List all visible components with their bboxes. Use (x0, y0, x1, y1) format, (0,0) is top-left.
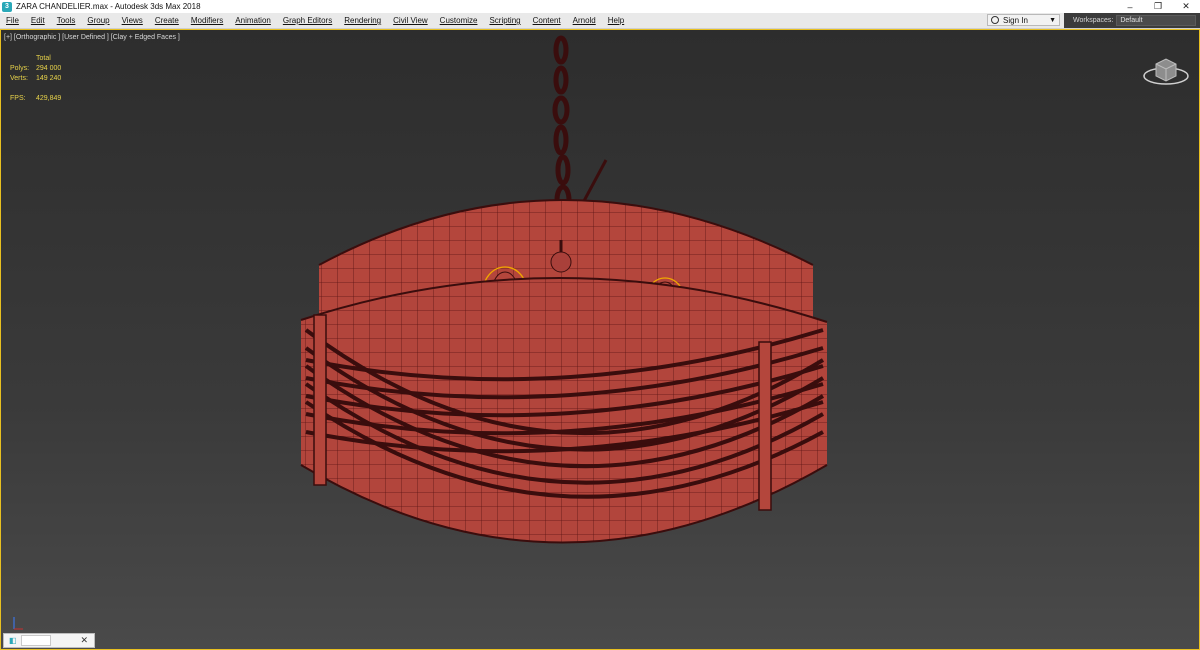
close-icon[interactable]: ✕ (80, 635, 88, 646)
3dsmax-logo-icon: 3 (2, 1, 12, 12)
sign-in-label: Sign In (1003, 15, 1028, 25)
maxscript-icon[interactable]: ◧ (9, 636, 17, 645)
menu-create[interactable]: Create (149, 16, 185, 25)
workspaces-bar: Workspaces: Default (1064, 13, 1200, 28)
restore-button[interactable]: ❐ (1144, 0, 1172, 13)
statistics-overlay: Total Polys: 294 000 Verts: 149 240 FPS: 42… (10, 54, 61, 104)
menu-rendering[interactable]: Rendering (338, 16, 387, 25)
polys-label: Polys: (10, 65, 30, 72)
verts-value: 149 240 (36, 75, 62, 82)
close-button[interactable]: ✕ (1172, 0, 1200, 13)
chandelier-model (300, 35, 828, 544)
maxscript-input[interactable] (20, 635, 51, 646)
menu-file[interactable]: File (0, 16, 25, 25)
menu-graph-editors[interactable]: Graph Editors (277, 16, 338, 25)
menu-tools[interactable]: Tools (51, 16, 82, 25)
fps-label: FPS: (10, 95, 26, 102)
title-bar: 3 ZARA CHANDELIER.max - Autodesk 3ds Max… (0, 0, 1200, 13)
minimize-button[interactable]: – (1116, 0, 1144, 13)
mini-listener-bar: ◧ ✕ (3, 633, 95, 648)
menu-help[interactable]: Help (602, 16, 630, 25)
menu-edit[interactable]: Edit (25, 16, 51, 25)
fps-value: 429,849 (36, 95, 62, 102)
workspaces-select[interactable]: Default (1116, 15, 1197, 26)
menu-animation[interactable]: Animation (229, 16, 277, 25)
window-controls: – ❐ ✕ (1116, 0, 1200, 13)
menu-content[interactable]: Content (527, 16, 567, 25)
menu-views[interactable]: Views (116, 16, 149, 25)
viewport-label[interactable]: [+] [Orthographic ] [User Defined ] [Cla… (4, 34, 180, 41)
viewcube-icon[interactable] (1141, 50, 1191, 88)
axis-gizmo-icon (13, 617, 23, 630)
user-icon (991, 16, 999, 24)
menu-civil-view[interactable]: Civil View (387, 16, 434, 25)
polys-value: 294 000 (36, 65, 62, 72)
menu-arnold[interactable]: Arnold (567, 16, 602, 25)
menu-bar: File Edit Tools Group Views Create Modif… (0, 13, 1200, 29)
chevron-down-icon: ▼ (1049, 16, 1056, 24)
verts-label: Verts: (10, 75, 28, 82)
menu-customize[interactable]: Customize (434, 16, 484, 25)
menu-modifiers[interactable]: Modifiers (185, 16, 229, 25)
sign-in-dropdown[interactable]: Sign In ▼ (987, 14, 1060, 26)
stats-header: Total (36, 55, 51, 62)
perspective-viewport[interactable]: [+] [Orthographic ] [User Defined ] [Cla… (0, 29, 1200, 650)
workspaces-label: Workspaces: (1073, 17, 1114, 24)
menu-scripting[interactable]: Scripting (483, 16, 526, 25)
window-title: ZARA CHANDELIER.max - Autodesk 3ds Max 2… (16, 2, 201, 11)
menu-group[interactable]: Group (81, 16, 115, 25)
